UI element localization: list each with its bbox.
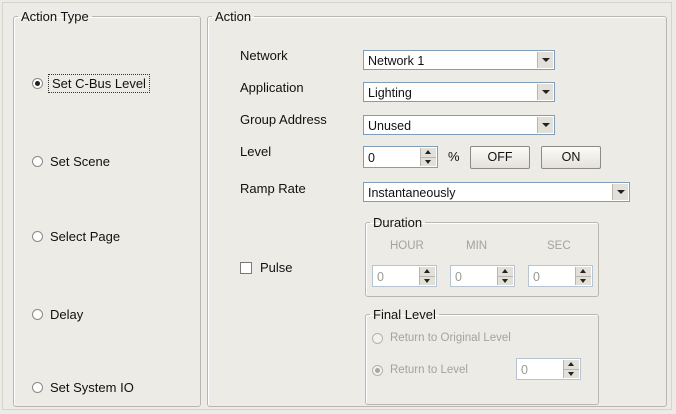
dropdown-arrow-icon[interactable] [612,184,628,200]
return-level-label: Return to Level [390,364,468,376]
network-value: Network 1 [368,54,425,68]
radio-button[interactable] [32,156,43,167]
action-dialog: Action Type Set C-Bus Level Set Scene Se… [2,2,672,410]
spin-down-icon[interactable] [421,157,436,166]
return-level-value: 0 [521,363,528,377]
min-value: 0 [455,270,462,284]
spin-down-icon[interactable] [498,276,513,285]
radio-label-select-page: Select Page [50,229,121,244]
return-level-spinner[interactable]: 0 [516,358,581,380]
radio-set-system-io[interactable]: Set System IO [32,380,134,395]
hour-value: 0 [377,270,384,284]
pulse-label: Pulse [260,260,293,275]
sec-spin-buttons[interactable] [575,267,591,285]
final-level-group: Final Level Return to Original Level Ret… [365,307,599,405]
dropdown-arrow-icon[interactable] [537,84,553,100]
ramp-rate-label: Ramp Rate [240,181,306,196]
radio-select-page[interactable]: Select Page [32,229,120,244]
radio-set-scene[interactable]: Set Scene [32,154,110,169]
sec-label: SEC [547,240,571,252]
ramp-rate-value: Instantaneously [368,186,456,200]
radio-set-cbus-level[interactable]: Set C-Bus Level [32,74,150,93]
application-label: Application [240,80,304,95]
group-address-dropdown[interactable]: Unused [363,115,555,135]
application-value: Lighting [368,86,412,100]
radio-return-level[interactable]: Return to Level [372,364,468,376]
off-button[interactable]: OFF [470,146,530,169]
group-address-label: Group Address [240,112,327,127]
level-spin-buttons[interactable] [420,148,436,166]
min-spinner[interactable]: 0 [450,265,515,287]
level-spinner[interactable]: 0 [363,146,438,168]
application-dropdown[interactable]: Lighting [363,82,555,102]
sec-value: 0 [533,270,540,284]
radio-label-set-cbus-level: Set C-Bus Level [48,74,150,93]
level-label: Level [240,144,272,159]
final-level-legend: Final Level [373,307,436,322]
network-label: Network [240,48,288,63]
hour-label: HOUR [390,240,424,252]
radio-button[interactable] [32,231,43,242]
radio-button[interactable] [32,309,43,320]
hour-spin-buttons[interactable] [419,267,435,285]
action-group: Action Network Network 1 Application Lig… [207,9,667,407]
radio-button[interactable] [372,364,383,376]
checkbox[interactable] [240,261,252,274]
spin-down-icon[interactable] [564,369,579,378]
radio-delay[interactable]: Delay [32,307,83,322]
return-original-label: Return to Original Level [390,332,511,344]
pulse-checkbox-row[interactable]: Pulse [240,260,293,275]
radio-return-original[interactable]: Return to Original Level [372,332,511,344]
ramp-rate-dropdown[interactable]: Instantaneously [363,182,630,202]
radio-label-delay: Delay [50,307,84,322]
radio-label-set-scene: Set Scene [50,154,110,169]
dropdown-arrow-icon[interactable] [537,52,553,68]
on-button[interactable]: ON [541,146,601,169]
group-address-value: Unused [368,119,412,133]
radio-label-set-system-io: Set System IO [50,380,134,395]
radio-button[interactable] [372,332,383,344]
duration-group: Duration HOUR MIN SEC 0 0 0 [365,215,599,297]
level-value: 0 [368,151,375,165]
radio-button[interactable] [32,78,43,89]
network-dropdown[interactable]: Network 1 [363,50,555,70]
min-spin-buttons[interactable] [497,267,513,285]
return-level-spin-buttons[interactable] [563,360,579,378]
sec-spinner[interactable]: 0 [528,265,593,287]
spin-down-icon[interactable] [420,276,435,285]
dropdown-arrow-icon[interactable] [537,117,553,133]
duration-legend: Duration [373,215,423,230]
action-legend: Action [215,9,252,24]
level-unit: % [448,149,460,164]
radio-button[interactable] [32,382,43,393]
min-label: MIN [466,240,488,252]
hour-spinner[interactable]: 0 [372,265,437,287]
action-type-legend: Action Type [21,9,89,24]
spin-down-icon[interactable] [576,276,591,285]
action-type-group: Action Type Set C-Bus Level Set Scene Se… [13,9,201,407]
